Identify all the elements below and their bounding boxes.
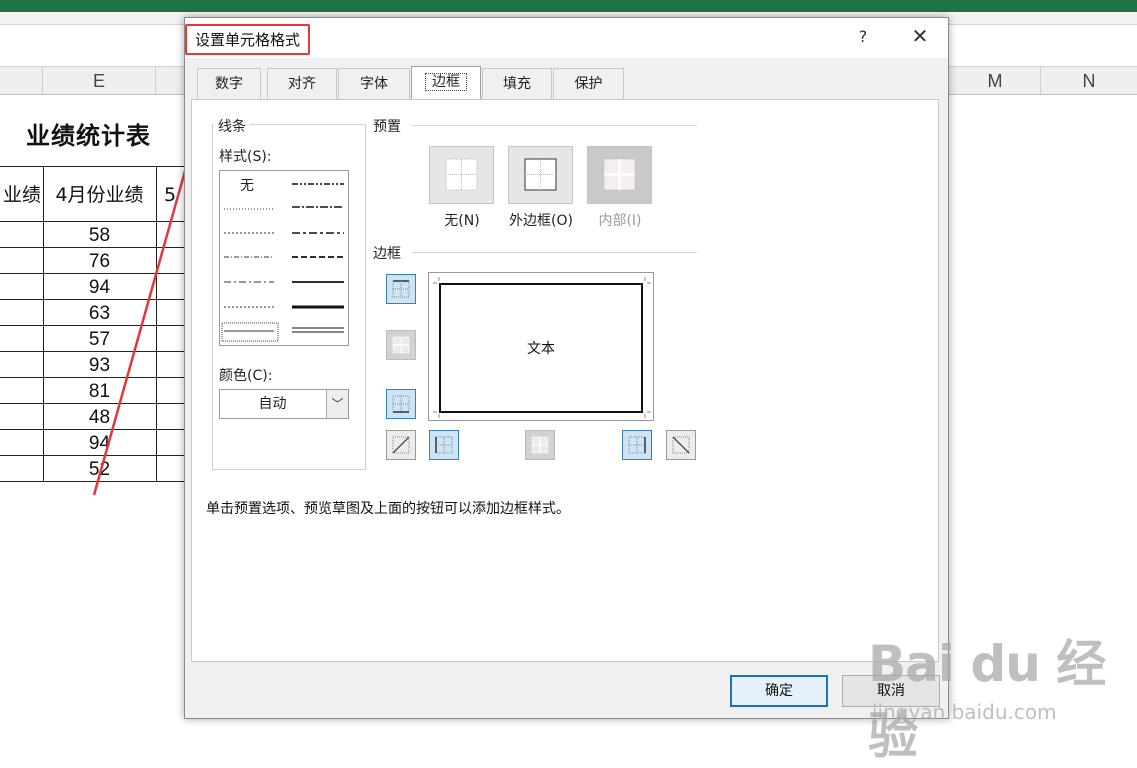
diagonal-up-icon: [392, 436, 410, 454]
border-inside-horizontal-button[interactable]: [386, 330, 416, 360]
table-cell[interactable]: [0, 222, 43, 248]
table-cell[interactable]: [0, 378, 43, 404]
tab-fill[interactable]: 填充: [482, 68, 552, 99]
preview-text: 文本: [527, 341, 555, 357]
border-tab-panel: 线条 样式(S): 无 颜色(C): 自动 ﹀ 预置 无(N) 外边框(O) 内…: [191, 99, 939, 662]
line-style-samples[interactable]: [220, 171, 350, 347]
preset-none-icon: [445, 158, 478, 191]
preset-inside-label: 内部(I): [598, 213, 642, 229]
table-cell[interactable]: [0, 248, 43, 274]
preset-outline-label: 外边框(O): [509, 213, 573, 229]
help-icon[interactable]: ?: [853, 27, 873, 46]
border-bottom-icon: [392, 395, 410, 413]
presets-divider: [412, 125, 697, 126]
border-bottom-button[interactable]: [386, 389, 416, 419]
table-cell[interactable]: [0, 326, 43, 352]
border-left-icon: [435, 436, 453, 454]
border-top-button[interactable]: [386, 274, 416, 304]
style-label: 样式(S):: [215, 146, 276, 166]
border-top-icon: [392, 280, 410, 298]
excel-title-bar: [0, 0, 1137, 12]
color-dropdown[interactable]: 自动 ﹀: [219, 389, 349, 419]
hint-text: 单击预置选项、预览草图及上面的按钮可以添加边框样式。: [206, 501, 570, 517]
tab-border[interactable]: 边框: [411, 66, 481, 100]
dialog-title-bar[interactable]: 设置单元格格式 ? ✕: [185, 18, 948, 58]
presets-label: 预置: [369, 116, 405, 136]
table-cell[interactable]: [0, 456, 43, 482]
preset-outline-icon: [524, 158, 557, 191]
border-inside-vertical-button[interactable]: [525, 430, 555, 460]
border-inside-horizontal-icon: [392, 336, 410, 354]
preset-outline-button[interactable]: [508, 146, 573, 204]
table-cell[interactable]: [0, 274, 43, 300]
ok-button[interactable]: 确定: [730, 675, 828, 707]
preset-none-button[interactable]: [429, 146, 494, 204]
preset-inside-button[interactable]: [587, 146, 652, 204]
border-preview[interactable]: 文本: [428, 272, 654, 421]
color-label: 颜色(C):: [215, 365, 277, 385]
diagonal-down-icon: [672, 436, 690, 454]
cancel-button[interactable]: 取消: [842, 675, 940, 707]
chevron-down-icon[interactable]: ﹀: [326, 390, 348, 418]
border-divider: [412, 252, 697, 253]
column-header-m[interactable]: M: [950, 67, 1041, 95]
color-value: 自动: [258, 396, 287, 412]
border-label: 边框: [369, 243, 405, 263]
column-header-n[interactable]: N: [1041, 67, 1137, 95]
dialog-title: 设置单元格格式: [185, 24, 311, 55]
table-cell[interactable]: [0, 430, 43, 456]
table-cell[interactable]: [0, 300, 43, 326]
preset-inside-icon: [603, 158, 636, 191]
tab-alignment[interactable]: 对齐: [267, 68, 337, 99]
border-diagonal-down-button[interactable]: [666, 430, 696, 460]
border-inside-vertical-icon: [531, 436, 549, 454]
border-left-button[interactable]: [429, 430, 459, 460]
header-cell-prev-month[interactable]: 业绩: [0, 166, 43, 222]
line-group-label: 线条: [214, 116, 250, 136]
preset-none-label: 无(N): [444, 213, 480, 229]
tab-number[interactable]: 数字: [197, 68, 261, 99]
border-right-button[interactable]: [622, 430, 652, 460]
format-cells-dialog: 设置单元格格式 ? ✕ 数字 对齐 字体 边框 填充 保护 线条 样式(S): …: [184, 17, 949, 719]
tab-protection[interactable]: 保护: [553, 68, 624, 99]
grid-line: [43, 166, 44, 482]
close-icon[interactable]: ✕: [909, 24, 931, 48]
border-right-icon: [628, 436, 646, 454]
table-cell[interactable]: [0, 404, 43, 430]
line-style-list[interactable]: 无: [219, 170, 349, 346]
column-header-d[interactable]: [0, 67, 43, 95]
table-cell[interactable]: [0, 352, 43, 378]
preview-cell-outline: 文本: [439, 283, 643, 413]
tab-font[interactable]: 字体: [338, 68, 410, 99]
border-diagonal-up-button[interactable]: [386, 430, 416, 460]
